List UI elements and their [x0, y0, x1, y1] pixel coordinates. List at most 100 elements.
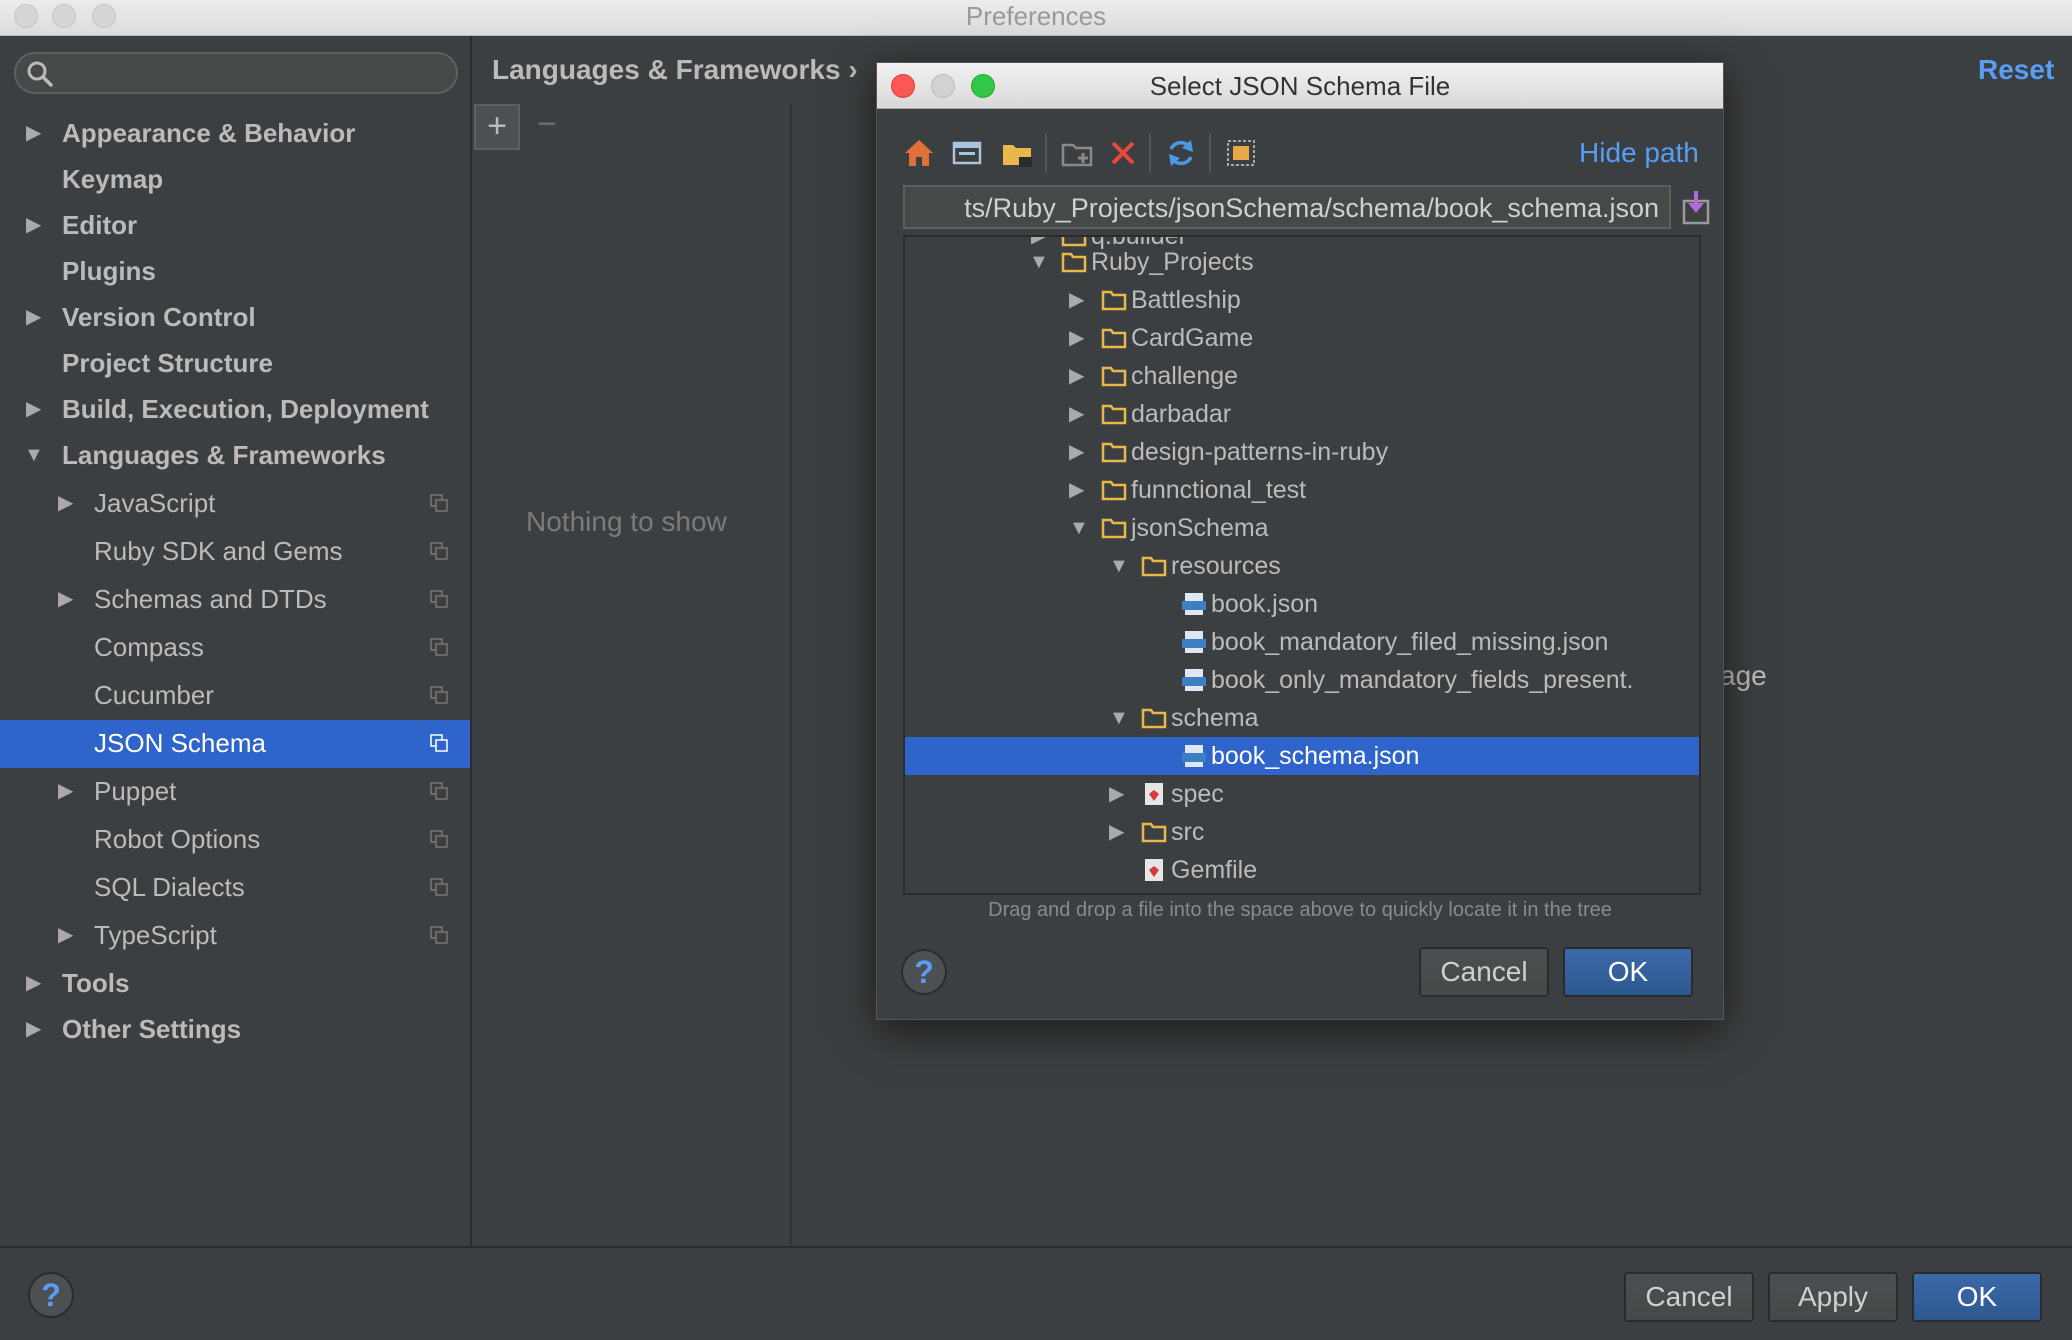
sidebar-item-project-structure[interactable]: Project Structure: [0, 340, 470, 386]
sidebar-item-tools[interactable]: ▶ Tools: [0, 960, 470, 1006]
tree-node-book-schema-json[interactable]: book_schema.json: [905, 737, 1699, 775]
sidebar-item-javascript[interactable]: ▶ JavaScript: [0, 480, 470, 528]
tree-node-resources[interactable]: ▼ resources: [905, 547, 1699, 585]
ok-button[interactable]: OK: [1912, 1272, 2042, 1322]
tree-node-label: book_mandatory_filed_missing.json: [1211, 623, 1608, 661]
chevron-right-icon[interactable]: ▶: [1069, 395, 1091, 433]
tree-node-cardgame[interactable]: ▶ CardGame: [905, 319, 1699, 357]
delete-icon[interactable]: [1105, 135, 1141, 171]
sidebar-item-label: Cucumber: [94, 672, 214, 718]
dialog-cancel-button[interactable]: Cancel: [1419, 947, 1549, 997]
chevron-right-icon[interactable]: ▶: [26, 202, 46, 248]
project-folder-icon[interactable]: [999, 135, 1035, 171]
sidebar-item-puppet[interactable]: ▶ Puppet: [0, 768, 470, 816]
sidebar-item-label: JSON Schema: [94, 720, 266, 766]
dialog-ok-button[interactable]: OK: [1563, 947, 1693, 997]
chevron-right-icon[interactable]: ▶: [26, 960, 46, 1006]
path-field[interactable]: [903, 185, 1671, 229]
folder-icon: [1101, 515, 1127, 541]
path-input[interactable]: [903, 191, 1659, 225]
pane-divider[interactable]: [790, 104, 792, 1246]
tree-node-design-patterns-in-ruby[interactable]: ▶ design-patterns-in-ruby: [905, 433, 1699, 471]
chevron-right-icon[interactable]: ▶: [58, 912, 78, 958]
obscured-text: age: [1720, 660, 1780, 692]
tree-node-book-only-mandatory-fields-present[interactable]: book_only_mandatory_fields_present.: [905, 661, 1699, 699]
show-hidden-icon[interactable]: [1223, 135, 1259, 171]
search-icon: [26, 60, 54, 88]
tree-node-label: spec: [1171, 775, 1224, 813]
chevron-right-icon[interactable]: ▶: [1069, 357, 1091, 395]
sidebar-item-editor[interactable]: ▶ Editor: [0, 202, 470, 248]
tree-node-darbadar[interactable]: ▶ darbadar: [905, 395, 1699, 433]
chevron-down-icon[interactable]: ▼: [24, 432, 44, 478]
dialog-help-button[interactable]: ?: [901, 949, 947, 995]
refresh-icon[interactable]: [1163, 135, 1199, 171]
chevron-down-icon[interactable]: ▼: [1109, 547, 1131, 585]
tree-node-schema[interactable]: ▼ schema: [905, 699, 1699, 737]
sidebar-item-version-control[interactable]: ▶ Version Control: [0, 294, 470, 340]
tree-node-gemfile[interactable]: Gemfile: [905, 851, 1699, 889]
sidebar-item-other-settings[interactable]: ▶ Other Settings: [0, 1006, 470, 1052]
chevron-right-icon[interactable]: ▶: [58, 576, 78, 622]
download-path-icon[interactable]: [1681, 189, 1711, 225]
apply-button[interactable]: Apply: [1768, 1272, 1898, 1322]
file-tree[interactable]: ▶ q.builder ▼ Ruby_Projects ▶ Battleship…: [903, 235, 1701, 895]
chevron-right-icon[interactable]: ▶: [58, 768, 78, 814]
chevron-right-icon[interactable]: ▶: [1069, 433, 1091, 471]
chevron-right-icon[interactable]: ▶: [58, 480, 78, 526]
chevron-right-icon[interactable]: ▶: [1109, 775, 1131, 813]
sidebar-item-keymap[interactable]: Keymap: [0, 156, 470, 202]
tree-node-challenge[interactable]: ▶ challenge: [905, 357, 1699, 395]
sidebar-item-build-execution-deployment[interactable]: ▶ Build, Execution, Deployment: [0, 386, 470, 432]
tree-node-funnctional-test[interactable]: ▶ funnctional_test: [905, 471, 1699, 509]
project-level-icon: [430, 494, 448, 512]
sidebar-item-cucumber[interactable]: Cucumber: [0, 672, 470, 720]
settings-search-box[interactable]: [14, 52, 458, 94]
reset-link[interactable]: Reset: [1978, 54, 2054, 86]
tree-node-src[interactable]: ▶ src: [905, 813, 1699, 851]
remove-schema-button[interactable]: −: [532, 104, 562, 150]
chevron-right-icon[interactable]: ▶: [1069, 471, 1091, 509]
sidebar-item-label: Robot Options: [94, 816, 260, 862]
sidebar-item-json-schema[interactable]: JSON Schema: [0, 720, 470, 768]
sidebar-item-sql-dialects[interactable]: SQL Dialects: [0, 864, 470, 912]
sidebar-item-ruby-sdk-gems[interactable]: Ruby SDK and Gems: [0, 528, 470, 576]
hide-path-link[interactable]: Hide path: [1579, 137, 1699, 169]
sidebar-item-robot-options[interactable]: Robot Options: [0, 816, 470, 864]
chevron-right-icon[interactable]: ▶: [26, 110, 46, 156]
tree-node-spec[interactable]: ▶ spec: [905, 775, 1699, 813]
cancel-button[interactable]: Cancel: [1624, 1272, 1754, 1322]
tree-node-ruby-projects[interactable]: ▼ Ruby_Projects: [905, 243, 1699, 281]
home-icon[interactable]: [901, 135, 937, 171]
empty-list-text: Nothing to show: [526, 506, 727, 538]
json-file-icon: [1181, 629, 1207, 655]
chevron-right-icon[interactable]: ▶: [1069, 319, 1091, 357]
sidebar-item-typescript[interactable]: ▶ TypeScript: [0, 912, 470, 960]
ruby-file-icon: [1141, 857, 1167, 883]
sidebar-item-plugins[interactable]: Plugins: [0, 248, 470, 294]
sidebar-item-compass[interactable]: Compass: [0, 624, 470, 672]
tree-node-label: funnctional_test: [1131, 471, 1306, 509]
tree-node-battleship[interactable]: ▶ Battleship: [905, 281, 1699, 319]
add-schema-button[interactable]: +: [474, 104, 520, 150]
chevron-down-icon[interactable]: ▼: [1029, 243, 1051, 281]
sidebar-item-label: Project Structure: [62, 340, 273, 386]
chevron-down-icon[interactable]: ▼: [1109, 699, 1131, 737]
help-button[interactable]: ?: [28, 1272, 74, 1318]
tree-node-book-json[interactable]: book.json: [905, 585, 1699, 623]
settings-search-input[interactable]: [62, 58, 442, 88]
chevron-right-icon[interactable]: ▶: [26, 294, 46, 340]
chevron-right-icon[interactable]: ▶: [1109, 813, 1131, 851]
chevron-right-icon[interactable]: ▶: [26, 386, 46, 432]
tree-node-book-mandatory-filed-missing[interactable]: book_mandatory_filed_missing.json: [905, 623, 1699, 661]
sidebar-item-appearance-behavior[interactable]: ▶ Appearance & Behavior: [0, 110, 470, 156]
tree-node-jsonschema[interactable]: ▼ jsonSchema: [905, 509, 1699, 547]
new-folder-icon[interactable]: [1059, 135, 1095, 171]
chevron-right-icon[interactable]: ▶: [26, 1006, 46, 1052]
toolbar-separator: [1045, 133, 1047, 173]
chevron-right-icon[interactable]: ▶: [1069, 281, 1091, 319]
chevron-down-icon[interactable]: ▼: [1069, 509, 1091, 547]
sidebar-item-schemas-dtds[interactable]: ▶ Schemas and DTDs: [0, 576, 470, 624]
sidebar-item-languages-frameworks[interactable]: ▼ Languages & Frameworks: [0, 432, 470, 478]
desktop-icon[interactable]: [949, 135, 985, 171]
